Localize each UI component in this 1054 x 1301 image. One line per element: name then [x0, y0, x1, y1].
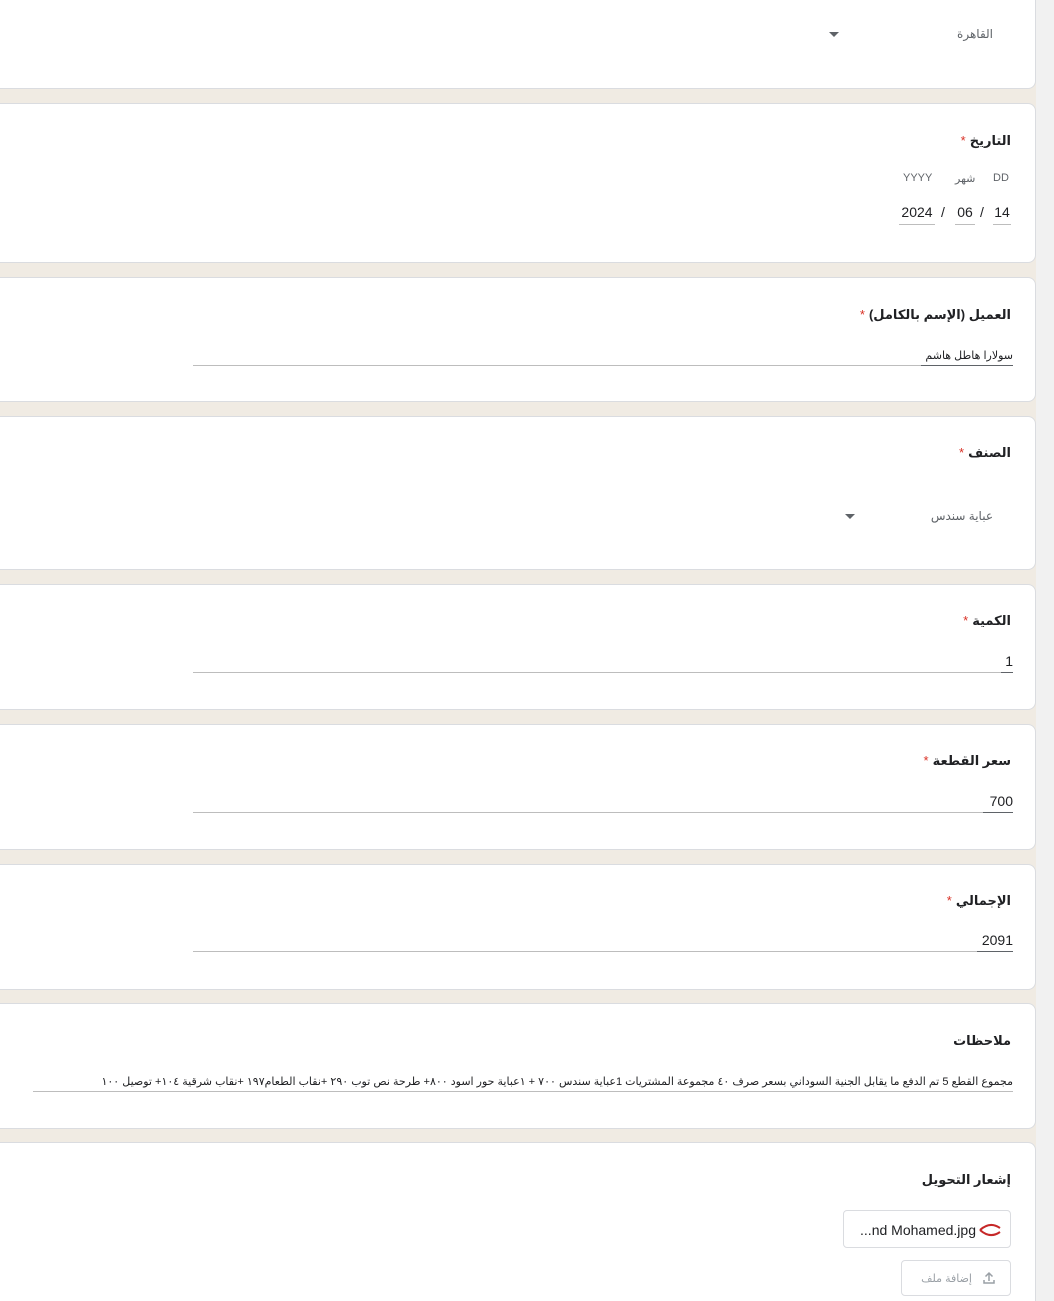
total-question-title: الإجمالي* — [947, 893, 1011, 909]
city-card: القاهرة — [0, 0, 1036, 89]
city-selected: القاهرة — [957, 27, 993, 41]
notes-question-title: ملاحظات — [953, 1033, 1011, 1049]
date-month-label: شهر — [955, 173, 976, 185]
unit-price-title-text: سعر القطعة — [932, 753, 1011, 768]
transfer-question-title: إشعار التحويل — [922, 1172, 1011, 1188]
quantity-title-text: الكمية — [972, 613, 1011, 628]
transfer-card: إشعار التحويل ...nd Mohamed.jpg إضافة مل… — [0, 1142, 1036, 1301]
required-mark: * — [963, 613, 969, 628]
notes-card: ملاحظات مجموع القطع 5 تم الدفع ما يقابل … — [0, 1003, 1036, 1129]
category-card: الصنف* عباية سندس — [0, 416, 1036, 570]
dropdown-arrow-icon — [829, 32, 839, 37]
date-question-title: التاريخ* — [961, 133, 1011, 149]
date-title-text: التاريخ — [969, 133, 1011, 148]
required-mark: * — [923, 753, 929, 768]
date-separator: / — [980, 204, 984, 220]
unit-price-value: 700 — [989, 793, 1013, 809]
category-title-text: الصنف — [968, 445, 1011, 460]
required-mark: * — [859, 307, 865, 322]
upload-icon — [982, 1271, 996, 1290]
total-title-text: الإجمالي — [955, 893, 1011, 908]
category-dropdown[interactable]: عباية سندس — [835, 499, 1011, 535]
date-month-input[interactable]: 06 — [955, 204, 975, 225]
required-mark: * — [946, 893, 952, 908]
add-file-label: إضافة ملف — [921, 1273, 972, 1285]
input-underline — [921, 365, 1013, 366]
date-day-label: DD — [993, 172, 1009, 184]
required-mark: * — [960, 133, 966, 148]
total-input[interactable]: 2091 — [193, 930, 1013, 952]
city-dropdown[interactable]: القاهرة — [819, 17, 1009, 53]
date-year-label: YYYY — [903, 172, 933, 184]
category-selected: عباية سندس — [930, 509, 993, 523]
notes-value: مجموع القطع 5 تم الدفع ما يقابل الجنية ا… — [101, 1076, 1013, 1088]
quantity-card: الكمية* 1 — [0, 584, 1036, 710]
date-card: التاريخ* DD شهر YYYY 2024 / 06 / 14 — [0, 103, 1036, 263]
quantity-value: 1 — [1005, 653, 1013, 669]
notes-input[interactable]: مجموع القطع 5 تم الدفع ما يقابل الجنية ا… — [33, 1070, 1013, 1092]
input-underline — [977, 951, 1013, 952]
uploaded-file-chip[interactable]: ...nd Mohamed.jpg — [843, 1210, 1011, 1248]
client-name-value: سولارا هاطل هاشم — [925, 350, 1013, 362]
unit-price-question-title: سعر القطعة* — [924, 753, 1011, 769]
dropdown-arrow-icon — [845, 514, 855, 519]
total-value: 2091 — [981, 932, 1013, 948]
client-title-text: العميل (الإسم بالكامل) — [868, 307, 1011, 322]
add-file-button[interactable]: إضافة ملف — [901, 1260, 1011, 1296]
input-underline — [1001, 672, 1013, 673]
form-page: القاهرة التاريخ* DD شهر YYYY 2024 / 06 /… — [0, 0, 1054, 1301]
page-scrollbar[interactable] — [1036, 0, 1054, 1301]
category-question-title: الصنف* — [959, 445, 1011, 461]
client-card: العميل (الإسم بالكامل)* سولارا هاطل هاشم — [0, 277, 1036, 402]
file-image-icon — [978, 1223, 1002, 1242]
notes-title-text: ملاحظات — [953, 1033, 1011, 1048]
date-separator: / — [941, 204, 945, 220]
client-name-input[interactable]: سولارا هاطل هاشم — [193, 344, 1013, 366]
date-year-input[interactable]: 2024 — [899, 204, 935, 225]
unit-price-input[interactable]: 700 — [193, 791, 1013, 813]
date-day-input[interactable]: 14 — [993, 204, 1011, 225]
client-question-title: العميل (الإسم بالكامل)* — [860, 307, 1011, 323]
uploaded-file-name: ...nd Mohamed.jpg — [860, 1222, 976, 1238]
transfer-title-text: إشعار التحويل — [921, 1172, 1011, 1187]
input-underline — [983, 812, 1013, 813]
unit-price-card: سعر القطعة* 700 — [0, 724, 1036, 850]
required-mark: * — [959, 445, 965, 460]
quantity-question-title: الكمية* — [963, 613, 1011, 629]
quantity-input[interactable]: 1 — [193, 651, 1013, 673]
total-card: الإجمالي* 2091 — [0, 864, 1036, 990]
